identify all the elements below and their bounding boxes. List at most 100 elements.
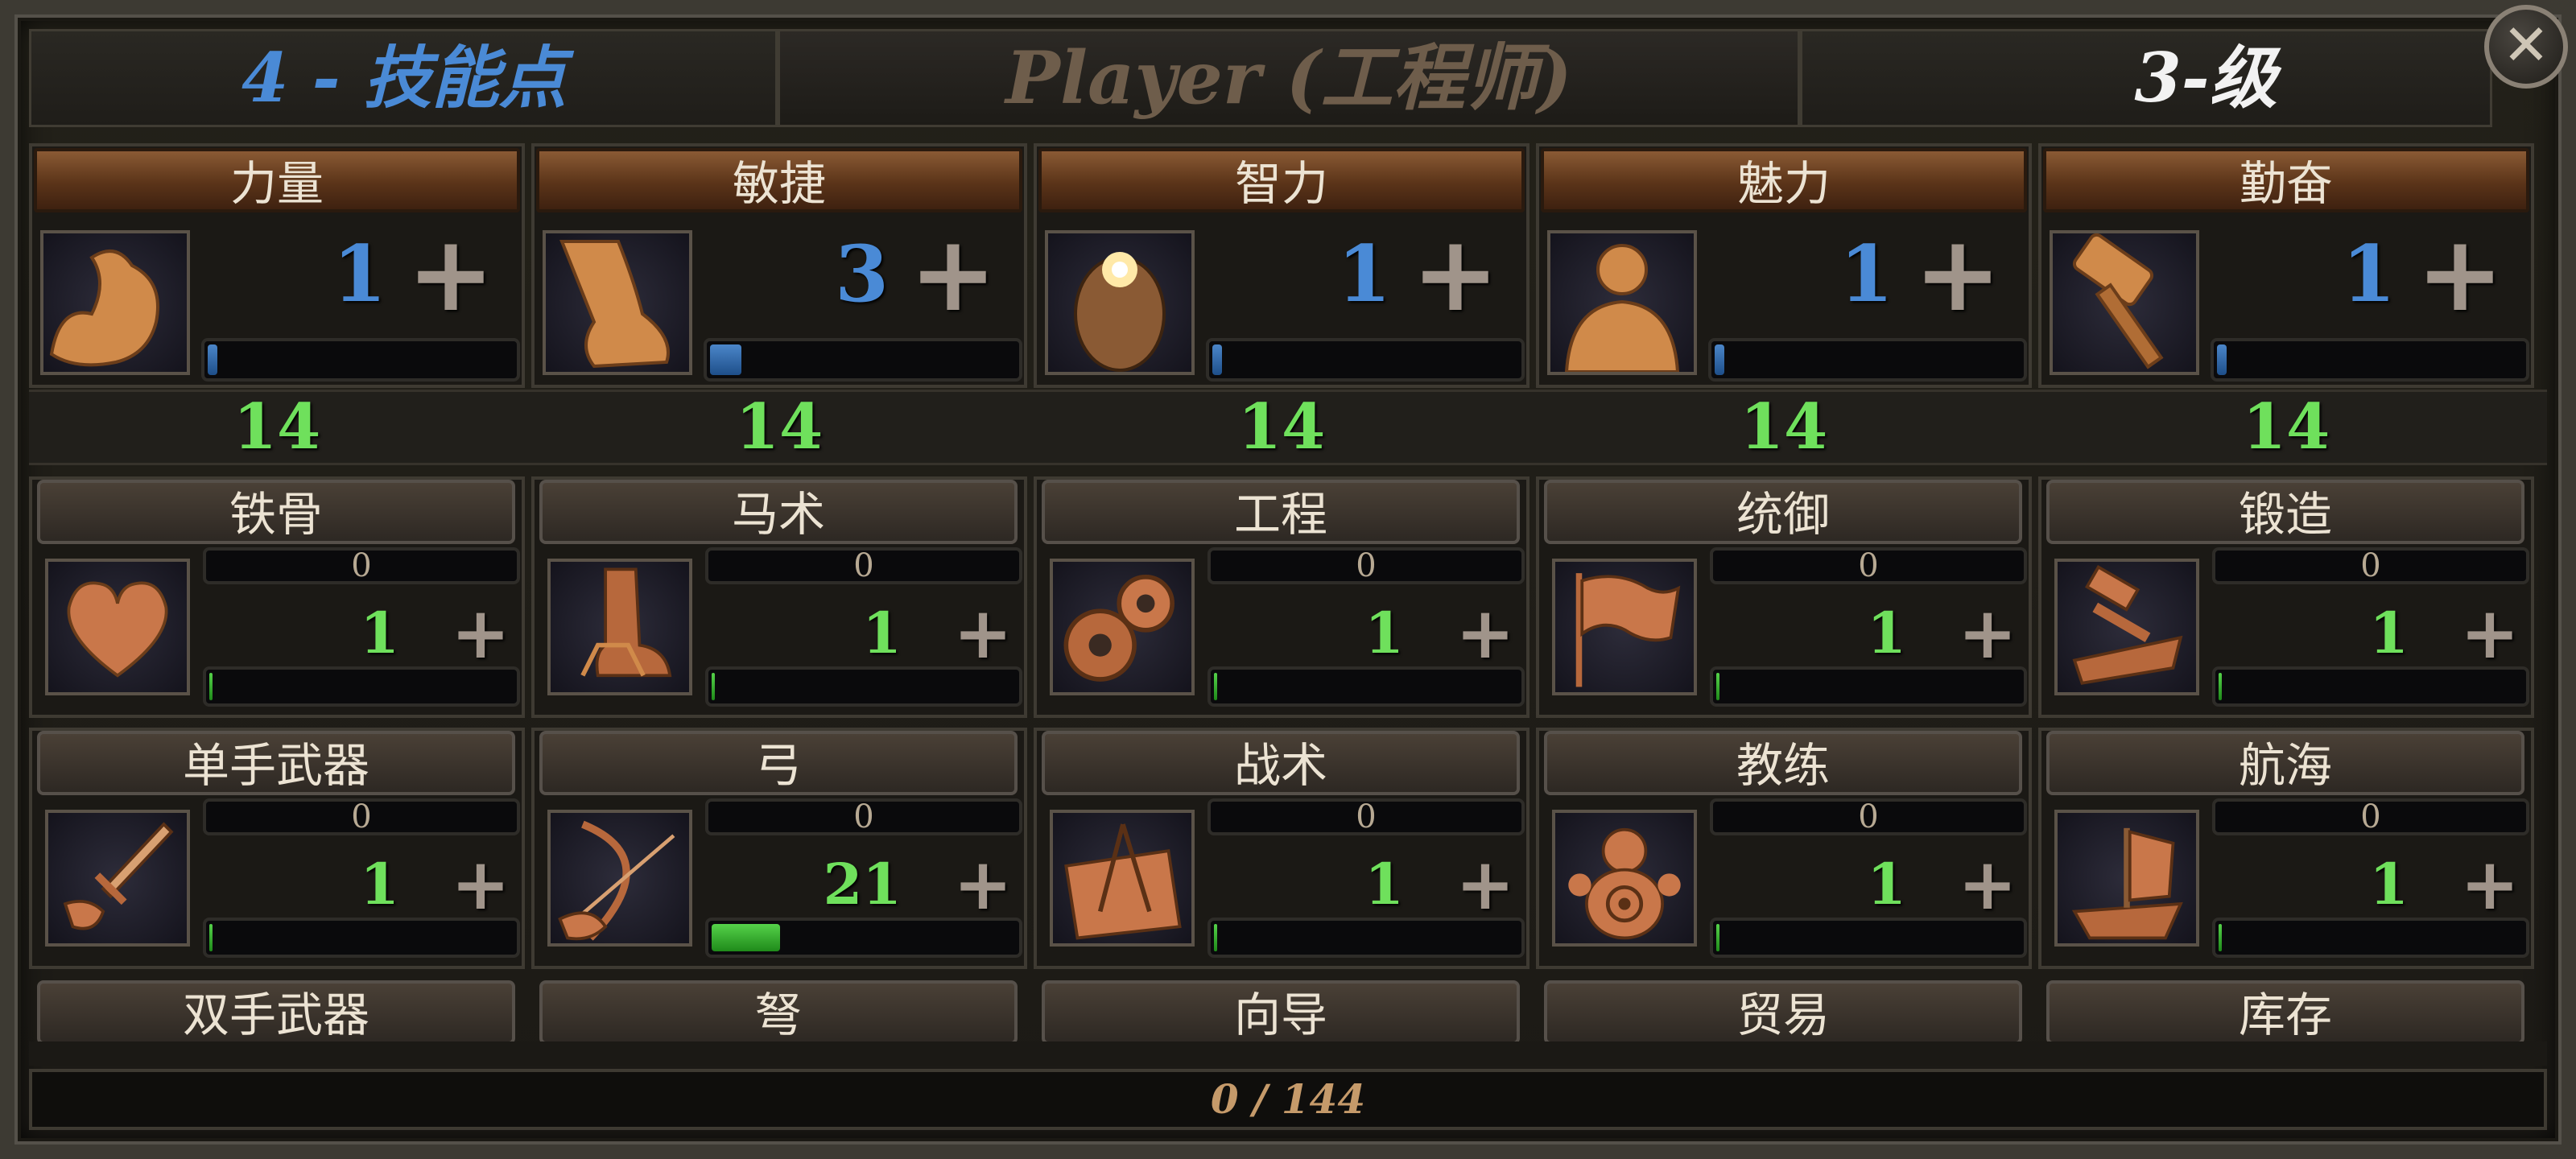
attribute-plus-button[interactable]: + bbox=[402, 221, 499, 326]
skill-title[interactable]: 贸易 bbox=[1544, 980, 2022, 1045]
skill-exp-bar: 0 bbox=[203, 798, 520, 835]
skill-progress-bar bbox=[705, 666, 1022, 707]
skill-title[interactable]: 战术 bbox=[1042, 731, 1520, 795]
skill-plus-button[interactable]: + bbox=[1449, 848, 1521, 921]
skill-progress-bar bbox=[203, 666, 520, 707]
skill-exp-bar: 0 bbox=[1208, 547, 1525, 584]
skill-points-label: 4 - 技能点 bbox=[242, 38, 567, 118]
skill-exp-bar: 0 bbox=[203, 547, 520, 584]
skill-title[interactable]: 单手武器 bbox=[37, 731, 515, 795]
skill-plus-button[interactable]: + bbox=[1449, 597, 1521, 670]
skill-title[interactable]: 航海 bbox=[2046, 731, 2524, 795]
skill-plus-button[interactable]: + bbox=[444, 848, 517, 921]
attribute-value: 1 bbox=[1337, 229, 1391, 320]
attribute-value: 1 bbox=[2342, 229, 2396, 320]
character-level: 3-级 bbox=[2134, 38, 2277, 118]
bare-torso-icon bbox=[1547, 230, 1697, 375]
skill-plus-button[interactable]: + bbox=[444, 597, 517, 670]
skill-plus-button[interactable]: + bbox=[1951, 848, 2024, 921]
skill-progress-bar bbox=[1710, 666, 2027, 707]
attribute-progress-bar bbox=[704, 338, 1022, 382]
flexed-arm-icon bbox=[40, 230, 190, 375]
skill-progress-bar bbox=[705, 918, 1022, 958]
skill-plus-button[interactable]: + bbox=[2454, 597, 2526, 670]
skill-exp-bar: 0 bbox=[2212, 547, 2529, 584]
glowing-head-icon bbox=[1045, 230, 1195, 375]
skill-title[interactable]: 工程 bbox=[1042, 480, 1520, 544]
attribute-value: 3 bbox=[835, 229, 889, 320]
skill-value: 21 bbox=[823, 851, 902, 918]
attribute-title: 力量 bbox=[34, 148, 520, 212]
attribute-base-value: 14 bbox=[1237, 390, 1326, 464]
attribute-base-value: 14 bbox=[1740, 390, 1828, 464]
attribute-plus-button[interactable]: + bbox=[905, 221, 1001, 326]
attribute-progress-bar bbox=[2211, 338, 2529, 382]
skill-value: 1 bbox=[1364, 851, 1404, 918]
skill-title[interactable]: 锻造 bbox=[2046, 480, 2524, 544]
scroll-mask bbox=[29, 1041, 2547, 1066]
attribute-progress-bar bbox=[1708, 338, 2027, 382]
skill-progress-fill bbox=[2219, 673, 2222, 700]
skill-value: 1 bbox=[360, 600, 399, 666]
skill-title[interactable]: 弩 bbox=[539, 980, 1018, 1045]
skill-value: 1 bbox=[1867, 851, 1906, 918]
attribute-progress-bar bbox=[201, 338, 520, 382]
skill-progress-bar bbox=[1710, 918, 2027, 958]
skill-value: 1 bbox=[360, 851, 399, 918]
skill-exp-bar: 0 bbox=[1710, 547, 2027, 584]
skill-value: 1 bbox=[1867, 600, 1906, 666]
player-name: Player (工程师) bbox=[1005, 35, 1572, 121]
attribute-value: 1 bbox=[1839, 229, 1893, 320]
skill-title[interactable]: 统御 bbox=[1544, 480, 2022, 544]
skill-title[interactable]: 向导 bbox=[1042, 980, 1520, 1045]
close-icon: ✕ bbox=[2502, 12, 2550, 78]
close-button[interactable]: ✕ bbox=[2484, 5, 2568, 89]
bow-icon bbox=[547, 810, 692, 947]
skill-title[interactable]: 弓 bbox=[539, 731, 1018, 795]
skill-progress-fill bbox=[2219, 924, 2222, 951]
experience-footer: 0 / 144 bbox=[29, 1069, 2547, 1130]
attribute-value: 1 bbox=[332, 229, 386, 320]
skill-progress-fill bbox=[209, 673, 213, 700]
map-compass-icon bbox=[1050, 810, 1195, 947]
attribute-plus-button[interactable]: + bbox=[2412, 221, 2508, 326]
skill-value: 1 bbox=[2369, 851, 2409, 918]
skill-plus-button[interactable]: + bbox=[947, 597, 1019, 670]
skill-progress-fill bbox=[1214, 673, 1217, 700]
skill-title[interactable]: 教练 bbox=[1544, 731, 2022, 795]
attribute-progress-fill bbox=[1212, 344, 1222, 375]
skill-progress-bar bbox=[1208, 918, 1525, 958]
skill-exp-bar: 0 bbox=[1208, 798, 1525, 835]
attribute-title: 智力 bbox=[1038, 148, 1525, 212]
training-dummy-icon bbox=[1552, 810, 1697, 947]
attribute-progress-fill bbox=[2217, 344, 2227, 375]
heart-icon bbox=[45, 559, 190, 695]
attribute-title: 魅力 bbox=[1541, 148, 2027, 212]
skill-value: 1 bbox=[1364, 600, 1404, 666]
attribute-base-value: 14 bbox=[2242, 390, 2330, 464]
skill-progress-fill bbox=[1716, 673, 1719, 700]
skill-value: 1 bbox=[2369, 600, 2409, 666]
skill-exp-bar: 0 bbox=[2212, 798, 2529, 835]
skill-title[interactable]: 库存 bbox=[2046, 980, 2524, 1045]
skill-title[interactable]: 铁骨 bbox=[37, 480, 515, 544]
skill-progress-bar bbox=[203, 918, 520, 958]
skill-progress-fill bbox=[712, 673, 715, 700]
skill-plus-button[interactable]: + bbox=[2454, 848, 2526, 921]
attribute-base-value: 14 bbox=[735, 390, 824, 464]
skill-value: 1 bbox=[862, 600, 902, 666]
skill-title[interactable]: 双手武器 bbox=[37, 980, 515, 1045]
boot-stirrup-icon bbox=[547, 559, 692, 695]
attribute-progress-bar bbox=[1206, 338, 1525, 382]
skill-progress-fill bbox=[1716, 924, 1719, 951]
skill-progress-fill bbox=[209, 924, 213, 951]
attribute-plus-button[interactable]: + bbox=[1909, 221, 2006, 326]
skill-exp-bar: 0 bbox=[705, 798, 1022, 835]
attribute-title: 勤奋 bbox=[2043, 148, 2529, 212]
skill-plus-button[interactable]: + bbox=[1951, 597, 2024, 670]
skill-title[interactable]: 马术 bbox=[539, 480, 1018, 544]
sword-icon bbox=[45, 810, 190, 947]
attribute-plus-button[interactable]: + bbox=[1407, 221, 1504, 326]
attribute-title: 敏捷 bbox=[536, 148, 1022, 212]
skill-plus-button[interactable]: + bbox=[947, 848, 1019, 921]
